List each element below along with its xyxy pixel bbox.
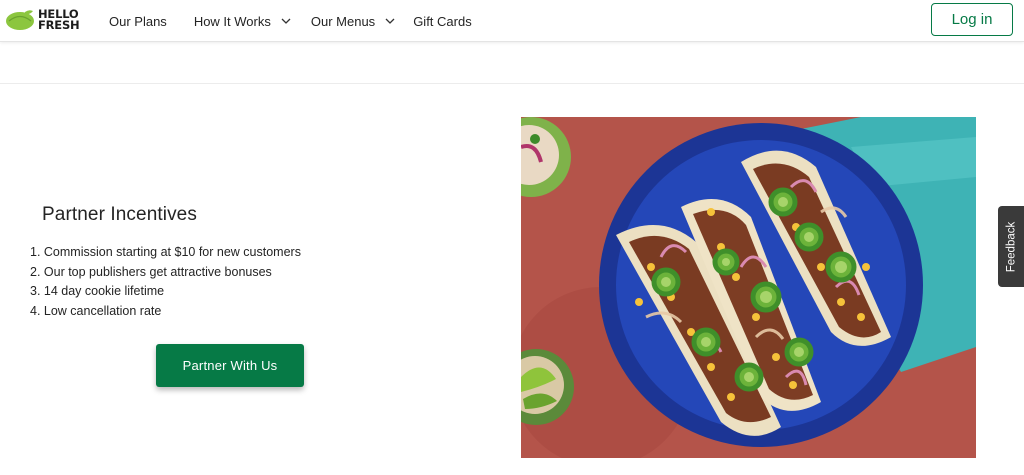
login-button[interactable]: Log in bbox=[931, 3, 1013, 36]
list-item: 1. Commission starting at $10 for new cu… bbox=[30, 245, 301, 259]
logo-wordmark: HELLO FRESH bbox=[38, 7, 80, 32]
top-navigation-bar: HELLO FRESH Our Plans How It Works Our M… bbox=[0, 0, 1024, 42]
list-item: 4. Low cancellation rate bbox=[30, 304, 162, 319]
feedback-tab-label: Feedback bbox=[1005, 221, 1018, 272]
chevron-down-icon bbox=[281, 18, 291, 24]
incentives-list: 1. Commission starting at $10 for new cu… bbox=[30, 243, 301, 322]
list-item: 2. Our top publishers get attractive bon… bbox=[30, 264, 272, 279]
chevron-down-icon bbox=[385, 18, 395, 24]
lime-logo-icon bbox=[6, 10, 34, 30]
nav-our-plans[interactable]: Our Plans bbox=[109, 0, 167, 42]
main-nav: Our Plans How It Works Our Menus Gift Ca… bbox=[109, 0, 472, 42]
page-title: Partner Incentives bbox=[42, 204, 197, 225]
nav-how-it-works-label: How It Works bbox=[193, 13, 271, 29]
partner-with-us-button[interactable]: Partner With Us bbox=[156, 344, 304, 387]
nav-gift-cards[interactable]: Gift Cards bbox=[413, 0, 472, 42]
nav-our-plans-label: Our Plans bbox=[109, 13, 167, 29]
feedback-tab[interactable]: Feedback bbox=[998, 206, 1024, 287]
nav-our-menus[interactable]: Our Menus bbox=[311, 0, 395, 42]
nav-our-menus-label: Our Menus bbox=[310, 13, 376, 29]
tacos-food-image bbox=[521, 117, 976, 458]
hellofresh-logo[interactable]: HELLO FRESH bbox=[5, 6, 85, 34]
list-item: 3. 14 day cookie lifetime bbox=[30, 284, 165, 299]
section-divider bbox=[0, 83, 1024, 84]
nav-how-it-works[interactable]: How It Works bbox=[194, 0, 291, 42]
nav-gift-cards-label: Gift Cards bbox=[413, 13, 472, 29]
